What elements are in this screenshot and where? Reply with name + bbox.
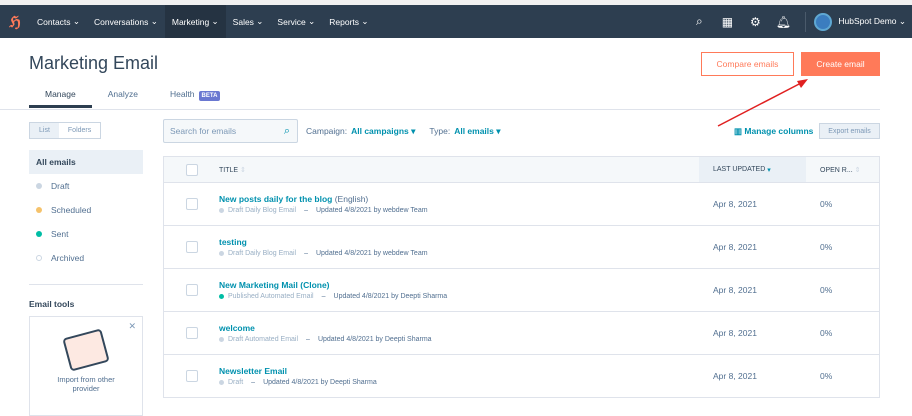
annotation-arrow bbox=[717, 79, 808, 127]
